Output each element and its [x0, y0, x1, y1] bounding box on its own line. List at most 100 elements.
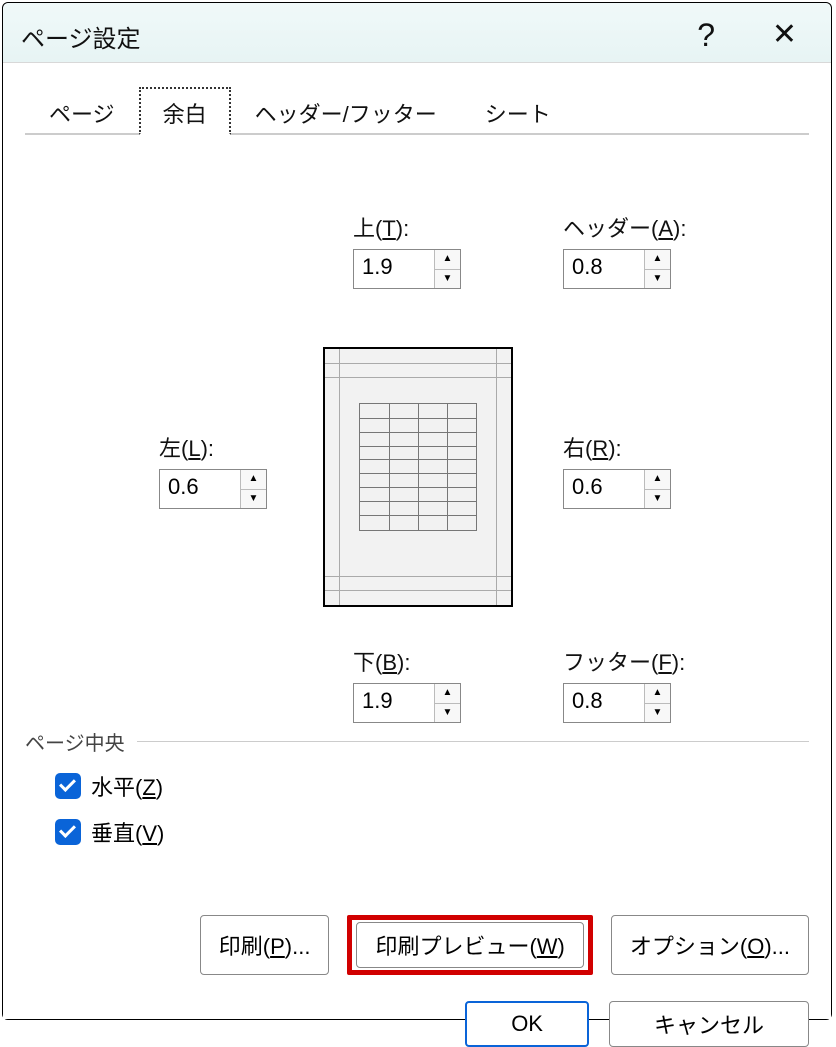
margin-header-field: ヘッダー(A): 0.8 ▲ ▼	[563, 211, 686, 289]
spin-up-icon[interactable]: ▲	[645, 470, 670, 489]
lbl-text: )...	[285, 934, 311, 959]
margin-footer-value[interactable]: 0.8	[564, 684, 644, 722]
close-icon[interactable]: ✕	[772, 17, 797, 52]
center-horizontal-row[interactable]: 水平(Z)	[55, 770, 809, 802]
margin-footer-spinner[interactable]: 0.8 ▲ ▼	[563, 683, 671, 723]
lbl-key: B	[382, 650, 397, 675]
lbl-text: フッター(	[563, 650, 658, 675]
margin-header-label: ヘッダー(A):	[563, 211, 686, 243]
margin-top-field: 上(T): 1.9 ▲ ▼	[353, 211, 461, 289]
margin-top-spinner[interactable]: 1.9 ▲ ▼	[353, 249, 461, 289]
margin-bottom-value[interactable]: 1.9	[354, 684, 434, 722]
lbl-text: ):	[396, 216, 409, 241]
lbl-key: Z	[142, 775, 155, 800]
margins-panel: 上(T): 1.9 ▲ ▼ ヘッダー(A): 0.8	[3, 155, 831, 725]
group-label: ページ中央	[25, 727, 125, 756]
lbl-key: L	[188, 436, 200, 461]
lbl-text: )	[156, 775, 163, 800]
center-vertical-label: 垂直(V)	[91, 816, 164, 848]
tab-sheet[interactable]: シート	[461, 87, 575, 135]
margin-left-label: 左(L):	[159, 431, 267, 463]
lbl-key: V	[142, 821, 157, 846]
lbl-key: R	[592, 436, 608, 461]
spin-up-icon[interactable]: ▲	[645, 684, 670, 703]
margin-left-spinner[interactable]: 0.6 ▲ ▼	[159, 469, 267, 509]
lbl-text: ):	[672, 650, 685, 675]
margin-right-spinner[interactable]: 0.6 ▲ ▼	[563, 469, 671, 509]
checkbox-checked-icon[interactable]	[55, 773, 81, 799]
lbl-key: T	[382, 216, 395, 241]
page-setup-dialog: ページ設定 ? ✕ ページ 余白 ヘッダー/フッター シート 上(T): 1.9…	[2, 2, 832, 1020]
lbl-text: ):	[673, 216, 686, 241]
dialog-body: ページ 余白 ヘッダー/フッター シート 上(T): 1.9 ▲ ▼	[3, 63, 831, 1019]
margin-right-label: 右(R):	[563, 431, 671, 463]
titlebar: ページ設定 ? ✕	[3, 3, 831, 63]
spin-down-icon[interactable]: ▼	[241, 489, 266, 509]
lbl-text: 左(	[159, 436, 188, 461]
spin-down-icon[interactable]: ▼	[645, 703, 670, 723]
lbl-text: 右(	[563, 436, 592, 461]
cancel-button[interactable]: キャンセル	[609, 1001, 809, 1047]
margin-top-value[interactable]: 1.9	[354, 250, 434, 288]
margin-bottom-spinner[interactable]: 1.9 ▲ ▼	[353, 683, 461, 723]
lbl-text: )...	[764, 934, 790, 959]
margin-footer-field: フッター(F): 0.8 ▲ ▼	[563, 645, 685, 723]
spin-down-icon[interactable]: ▼	[645, 489, 670, 509]
checkbox-checked-icon[interactable]	[55, 819, 81, 845]
lbl-text: 上(	[353, 216, 382, 241]
lbl-text: 印刷(	[219, 934, 270, 959]
highlight-annotation: 印刷プレビュー(W)	[347, 915, 592, 975]
lbl-text: ):	[201, 436, 214, 461]
lbl-key: W	[537, 934, 558, 959]
lbl-text: 印刷プレビュー(	[375, 934, 536, 959]
margin-left-field: 左(L): 0.6 ▲ ▼	[159, 431, 267, 509]
spin-up-icon[interactable]: ▲	[241, 470, 266, 489]
dialog-title: ページ設定	[21, 19, 141, 54]
margin-bottom-field: 下(B): 1.9 ▲ ▼	[353, 645, 461, 723]
lbl-key: F	[658, 650, 671, 675]
margin-top-label: 上(T):	[353, 211, 461, 243]
margin-bottom-label: 下(B):	[353, 645, 461, 677]
spin-down-icon[interactable]: ▼	[645, 269, 670, 289]
spin-up-icon[interactable]: ▲	[435, 250, 460, 269]
center-on-page-group: ページ中央 水平(Z) 垂直(V)	[25, 727, 809, 848]
tab-strip: ページ 余白 ヘッダー/フッター シート	[25, 85, 809, 135]
spin-down-icon[interactable]: ▼	[435, 269, 460, 289]
lbl-text: オプション(	[630, 934, 747, 959]
margin-header-spinner[interactable]: 0.8 ▲ ▼	[563, 249, 671, 289]
options-button[interactable]: オプション(O)...	[611, 915, 809, 975]
help-icon[interactable]: ?	[697, 17, 715, 54]
spin-up-icon[interactable]: ▲	[645, 250, 670, 269]
tab-page[interactable]: ページ	[25, 87, 139, 135]
lbl-text: ):	[608, 436, 621, 461]
print-preview-button[interactable]: 印刷プレビュー(W)	[356, 922, 583, 968]
tab-margins[interactable]: 余白	[139, 87, 231, 135]
lbl-text: )	[558, 934, 565, 959]
center-vertical-row[interactable]: 垂直(V)	[55, 816, 809, 848]
margin-left-value[interactable]: 0.6	[160, 470, 240, 508]
margin-header-value[interactable]: 0.8	[564, 250, 644, 288]
action-row-2: OK キャンセル	[3, 1001, 809, 1047]
print-button[interactable]: 印刷(P)...	[200, 915, 330, 975]
ok-button[interactable]: OK	[465, 1001, 589, 1047]
divider	[137, 741, 809, 742]
lbl-key: P	[270, 934, 285, 959]
margin-footer-label: フッター(F):	[563, 645, 685, 677]
lbl-text: 下(	[353, 650, 382, 675]
lbl-text: ヘッダー(	[563, 216, 658, 241]
margin-right-value[interactable]: 0.6	[564, 470, 644, 508]
action-row-1: 印刷(P)... 印刷プレビュー(W) オプション(O)...	[3, 915, 809, 975]
lbl-text: 垂直(	[91, 821, 142, 846]
lbl-text: 水平(	[91, 775, 142, 800]
tab-header-footer[interactable]: ヘッダー/フッター	[231, 87, 461, 135]
spin-down-icon[interactable]: ▼	[435, 703, 460, 723]
page-preview-icon	[323, 347, 513, 607]
lbl-text: ):	[397, 650, 410, 675]
lbl-key: O	[747, 934, 764, 959]
lbl-text: )	[157, 821, 164, 846]
center-horizontal-label: 水平(Z)	[91, 770, 163, 802]
margin-right-field: 右(R): 0.6 ▲ ▼	[563, 431, 671, 509]
group-header: ページ中央	[25, 727, 809, 756]
spin-up-icon[interactable]: ▲	[435, 684, 460, 703]
lbl-key: A	[658, 216, 673, 241]
